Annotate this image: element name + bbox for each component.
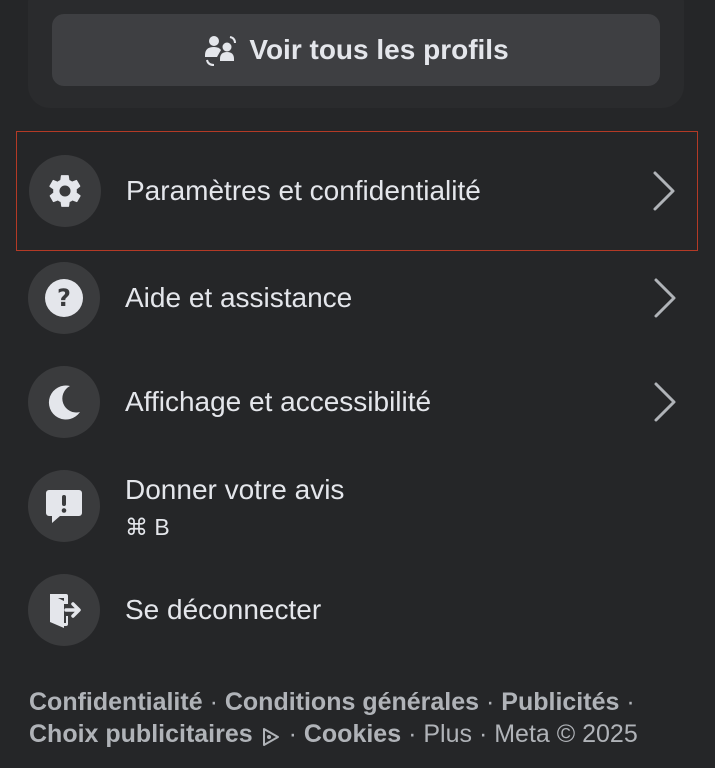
- gear-icon: [49, 175, 81, 207]
- menu-item-label: Donner votre avis: [125, 474, 345, 505]
- separator: ·: [209, 688, 218, 716]
- see-all-profiles-button[interactable]: Voir tous les profils: [52, 14, 660, 86]
- logout-icon-circle: [28, 574, 100, 646]
- terms-link[interactable]: Conditions générales: [225, 688, 479, 716]
- question-icon-circle: ?: [28, 262, 100, 334]
- separator: ·: [478, 720, 488, 748]
- ad-choices-icon: [262, 728, 279, 746]
- menu-item-display-accessibility[interactable]: Affichage et accessibilité: [16, 342, 698, 462]
- moon-icon: [48, 385, 80, 420]
- feedback-icon-circle: [28, 470, 100, 542]
- switch-profiles-icon: [205, 36, 237, 66]
- separator: ·: [408, 720, 417, 748]
- menu-item-label: Paramètres et confidentialité: [126, 175, 481, 206]
- ad-choices-link[interactable]: Choix publicitaires: [29, 720, 253, 748]
- menu-item-log-out[interactable]: Se déconnecter: [16, 550, 698, 670]
- menu-item-label: Affichage et accessibilité: [125, 386, 432, 417]
- chevron-right-icon: [653, 171, 675, 211]
- cookies-link[interactable]: Cookies: [304, 720, 401, 748]
- gear-icon-circle: [29, 155, 101, 227]
- svg-text:?: ?: [57, 284, 71, 312]
- separator: ·: [288, 720, 297, 748]
- chevron-right-icon: [654, 278, 676, 318]
- separator: ·: [486, 688, 495, 716]
- see-all-profiles-label: Voir tous les profils: [249, 34, 509, 65]
- more-link[interactable]: Plus: [423, 720, 472, 748]
- chevron-right-icon: [654, 382, 676, 422]
- feedback-icon: [46, 490, 82, 523]
- copyright: Meta © 2025: [494, 720, 638, 748]
- ads-link[interactable]: Publicités: [501, 688, 619, 716]
- separator: ·: [626, 688, 635, 716]
- menu-item-label: Aide et assistance: [125, 282, 353, 313]
- moon-icon-circle: [28, 366, 100, 438]
- menu-item-help-support[interactable]: ? Aide et assistance: [16, 238, 698, 358]
- menu-item-settings-privacy[interactable]: Paramètres et confidentialité: [16, 131, 698, 251]
- footer-links: Confidentialité · Conditions générales ·…: [29, 686, 699, 750]
- logout-icon: [50, 594, 81, 628]
- menu-item-label: Se déconnecter: [125, 594, 322, 625]
- keyboard-shortcut: ⌘ B: [125, 514, 170, 540]
- privacy-link[interactable]: Confidentialité: [29, 688, 203, 716]
- question-icon: ?: [45, 279, 83, 317]
- menu-item-give-feedback[interactable]: Donner votre avis ⌘ B: [16, 446, 698, 566]
